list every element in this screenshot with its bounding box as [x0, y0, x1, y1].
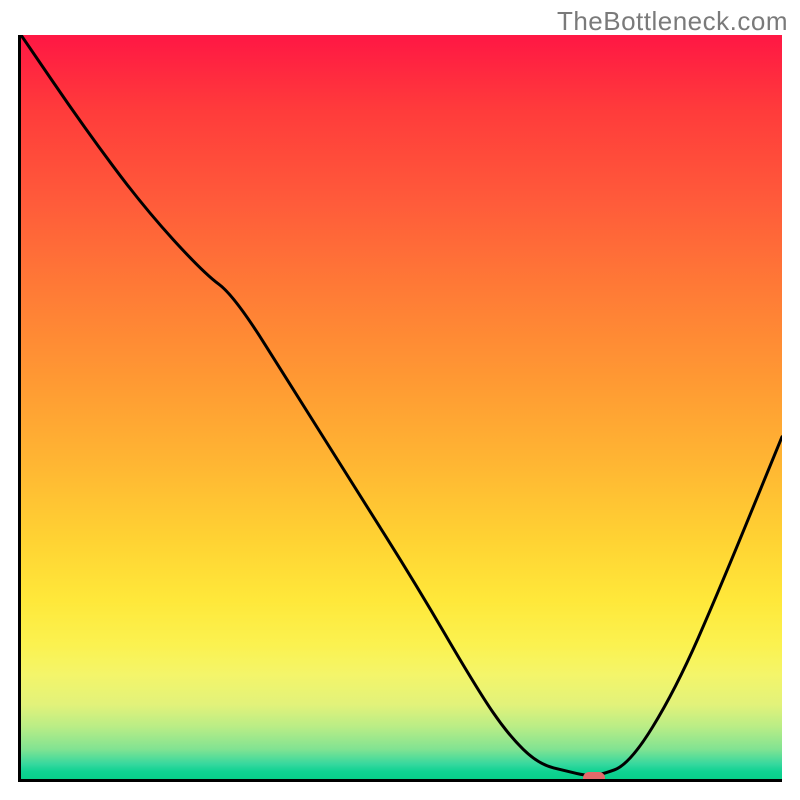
- bottleneck-curve: [21, 35, 782, 775]
- watermark-text: TheBottleneck.com: [557, 6, 788, 37]
- optimal-point-marker: [583, 772, 605, 782]
- curve-layer: [21, 35, 782, 779]
- plot-area: [18, 35, 782, 782]
- chart-container: TheBottleneck.com: [0, 0, 800, 800]
